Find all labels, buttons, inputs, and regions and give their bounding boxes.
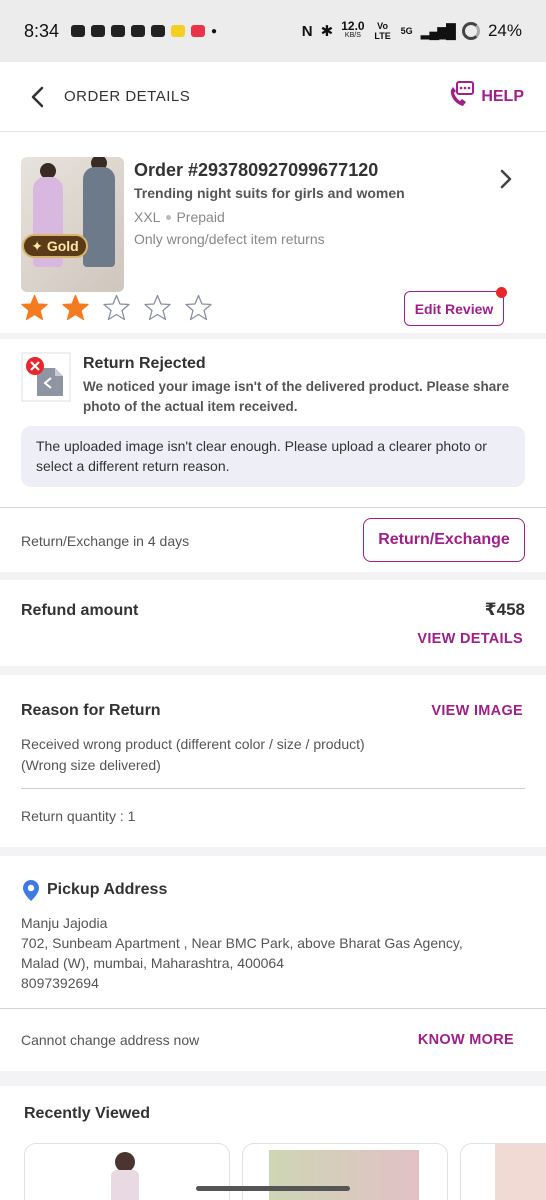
refund-label: Refund amount (21, 602, 139, 619)
reason-section: Reason for Return VIEW IMAGE Received wr… (0, 675, 546, 847)
section-gap (0, 666, 546, 675)
recent-product-card[interactable] (24, 1143, 230, 1200)
recently-viewed-section: Recently Viewed (0, 1086, 546, 1200)
divider (21, 788, 525, 789)
battery-ring-icon (461, 22, 480, 40)
payment-mode: Prepaid (176, 209, 225, 225)
view-image-link[interactable]: VIEW IMAGE (431, 703, 523, 719)
location-pin-icon (21, 879, 41, 903)
star-filled-icon[interactable] (62, 294, 89, 321)
star-empty-icon[interactable] (185, 294, 212, 321)
help-label: HELP (481, 87, 524, 105)
system-indicators: N ✱ 12.0 KB/S Vo LTE 5G ▂▄▆█ 24% (301, 19, 522, 41)
star-empty-icon[interactable] (144, 294, 171, 321)
return-exchange-section: Return/Exchange in 4 days Return/Exchang… (0, 508, 546, 572)
return-status-section: Return Rejected We noticed your image is… (0, 339, 546, 507)
address-change-note: Cannot change address now (21, 1032, 200, 1048)
data-speed: 12.0 KB/S (341, 19, 365, 39)
image-rejected-icon (21, 352, 71, 402)
back-arrow-icon[interactable] (22, 82, 52, 112)
app-header: ORDER DETAILS HELP (0, 62, 546, 132)
pickup-address: Manju Jajodia 702, Sunbeam Apartment , N… (21, 913, 536, 993)
size-label: XXL (134, 209, 161, 225)
flipkart-icon (171, 25, 186, 37)
chevron-right-icon[interactable] (500, 169, 512, 194)
pickup-title: Pickup Address (47, 881, 168, 898)
section-gap (0, 572, 546, 580)
order-card[interactable]: Order #293780927099677120 Trending night… (0, 133, 546, 333)
address-change-row: Cannot change address now KNOW MORE (0, 1009, 546, 1071)
more-dot-icon: ● (211, 25, 218, 37)
know-more-link[interactable]: KNOW MORE (418, 1032, 514, 1048)
app-icon (111, 25, 126, 37)
star-empty-icon[interactable] (103, 294, 130, 321)
pickup-address-section: Pickup Address Manju Jajodia 702, Sunbea… (0, 856, 546, 1008)
recent-product-card[interactable] (460, 1143, 546, 1200)
volte-indicator: Vo LTE (374, 21, 391, 41)
address-line: Malad (W), mumbai, Maharashtra, 400064 (21, 955, 284, 971)
product-name: Trending night suits for girls and women (134, 185, 405, 201)
chat-icon (71, 25, 86, 37)
status-bar: 8:34 ● N ✱ 12.0 KB/S Vo LTE 5G ▂▄▆█ 24% (0, 0, 546, 62)
gold-badge: ✦ Gold (22, 234, 88, 258)
return-status-message: We noticed your image isn't of the deliv… (83, 379, 510, 414)
help-button[interactable]: HELP (447, 80, 524, 113)
reason-detail: (Wrong size delivered) (21, 757, 161, 773)
rating-stars[interactable] (21, 294, 212, 321)
recent-product-card[interactable] (242, 1143, 448, 1200)
reason-line: Received wrong product (different color … (21, 736, 365, 752)
battery-percent: 24% (487, 21, 522, 40)
order-meta: XXL Prepaid (134, 209, 225, 225)
product-thumbnail[interactable] (21, 157, 124, 292)
recently-viewed-title: Recently Viewed (24, 1105, 150, 1122)
star-filled-icon[interactable] (21, 294, 48, 321)
nfc-icon: N (301, 22, 313, 40)
help-phone-chat-icon (447, 80, 475, 113)
drive-icon (91, 25, 106, 37)
network-type: 5G (400, 26, 413, 36)
pickup-name: Manju Jajodia (21, 915, 108, 931)
return-exchange-button[interactable]: Return/Exchange (363, 518, 525, 562)
edit-review-button[interactable]: Edit Review (404, 291, 504, 326)
return-window-text: Return/Exchange in 4 days (21, 533, 190, 549)
refund-section: Refund amount ₹458 VIEW DETAILS (0, 580, 546, 666)
return-status-note: The uploaded image isn't clear enough. P… (21, 426, 525, 487)
page-title: ORDER DETAILS (64, 88, 191, 105)
notification-icons: ● (71, 25, 217, 37)
youtube-icon (131, 25, 146, 37)
signal-icon: ▂▄▆█ (420, 22, 456, 39)
refund-amount: ₹458 (484, 600, 525, 619)
gesture-home-bar[interactable] (196, 1186, 350, 1191)
address-line: 702, Sunbeam Apartment , Near BMC Park, … (21, 935, 463, 951)
section-gap (0, 1071, 546, 1086)
zomato-icon (191, 25, 206, 37)
reason-text: Received wrong product (different color … (21, 734, 521, 776)
news-icon (151, 25, 166, 37)
pickup-phone: 8097392694 (21, 975, 99, 991)
notification-dot (496, 287, 507, 298)
return-policy: Only wrong/defect item returns (134, 231, 325, 247)
view-details-link[interactable]: VIEW DETAILS (417, 631, 523, 647)
return-status-title: Return Rejected (83, 355, 206, 372)
bluetooth-icon: ✱ (320, 23, 334, 40)
reason-label: Reason for Return (21, 702, 161, 719)
section-gap (0, 847, 546, 856)
status-time: 8:34 (24, 20, 60, 41)
return-quantity: Return quantity : 1 (21, 808, 136, 824)
order-id: Order #293780927099677120 (134, 160, 379, 180)
